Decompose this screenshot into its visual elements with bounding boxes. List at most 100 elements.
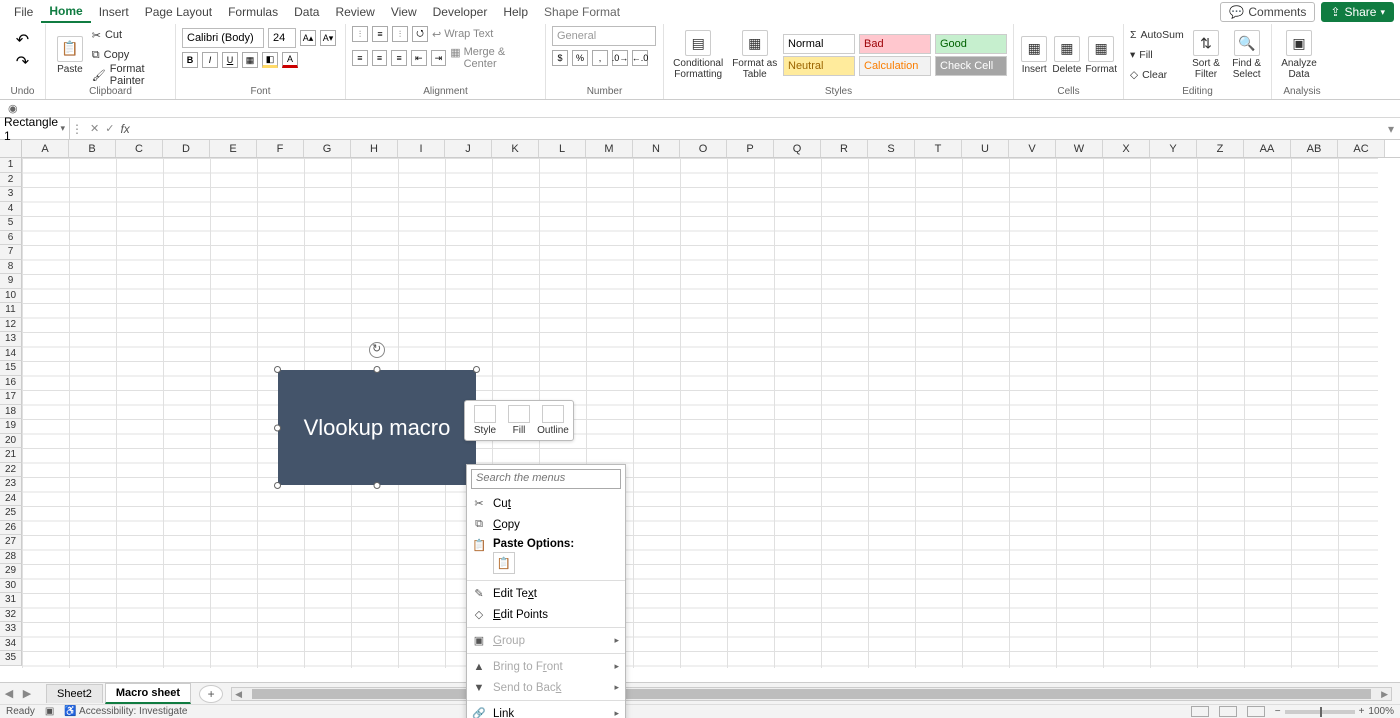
row-header-17[interactable]: 17 (0, 390, 22, 405)
zoom-in-button[interactable]: + (1359, 706, 1365, 717)
tab-formulas[interactable]: Formulas (220, 2, 286, 22)
paste-option-button[interactable]: 📋 (493, 552, 515, 574)
analyze-data-button[interactable]: ▣Analyze Data (1278, 30, 1320, 80)
conditional-formatting-button[interactable]: ▤Conditional Formatting (670, 30, 726, 80)
row-header-34[interactable]: 34 (0, 637, 22, 652)
decrease-decimal-button[interactable]: ←.0 (632, 50, 648, 66)
fill-button[interactable]: ▾Fill (1130, 46, 1184, 64)
col-header-Q[interactable]: Q (774, 140, 821, 157)
row-header-20[interactable]: 20 (0, 434, 22, 449)
row-header-27[interactable]: 27 (0, 535, 22, 550)
record-macro-icon[interactable]: ◉ (8, 102, 18, 115)
col-header-V[interactable]: V (1009, 140, 1056, 157)
zoom-slider[interactable] (1285, 710, 1355, 714)
paste-button[interactable]: 📋Paste (52, 36, 88, 75)
style-normal[interactable]: Normal (783, 34, 855, 54)
row-header-4[interactable]: 4 (0, 202, 22, 217)
tab-help[interactable]: Help (495, 2, 536, 22)
col-header-I[interactable]: I (398, 140, 445, 157)
undo-button[interactable]: ↶ (16, 30, 29, 50)
row-header-15[interactable]: 15 (0, 361, 22, 376)
row-header-13[interactable]: 13 (0, 332, 22, 347)
format-cells-button[interactable]: ▦Format (1085, 36, 1117, 75)
ctx-copy[interactable]: ⧉Copy (467, 514, 625, 535)
menu-search-input[interactable] (472, 470, 620, 486)
expand-formula-bar-icon[interactable]: ▾ (1382, 122, 1400, 136)
insert-cells-button[interactable]: ▦Insert (1020, 36, 1048, 75)
select-all-corner[interactable] (0, 140, 22, 157)
row-header-11[interactable]: 11 (0, 303, 22, 318)
chevron-down-icon[interactable]: ▾ (60, 123, 65, 134)
row-header-25[interactable]: 25 (0, 506, 22, 521)
row-header-12[interactable]: 12 (0, 318, 22, 333)
shape-style-button[interactable]: Style (469, 405, 501, 436)
style-calculation[interactable]: Calculation (859, 56, 931, 76)
increase-font-button[interactable]: A▴ (300, 30, 316, 46)
border-button[interactable]: ▦ (242, 52, 258, 68)
accessibility-status[interactable]: ♿ Accessibility: Investigate (64, 706, 187, 717)
style-check-cell[interactable]: Check Cell (935, 56, 1007, 76)
tab-insert[interactable]: Insert (91, 2, 137, 22)
row-header-32[interactable]: 32 (0, 608, 22, 623)
number-format-select[interactable]: General (552, 26, 656, 46)
row-header-3[interactable]: 3 (0, 187, 22, 202)
row-header-31[interactable]: 31 (0, 593, 22, 608)
accounting-format-button[interactable]: $ (552, 50, 568, 66)
cells-area[interactable] (22, 158, 1378, 668)
col-header-C[interactable]: C (116, 140, 163, 157)
tab-data[interactable]: Data (286, 2, 327, 22)
col-header-X[interactable]: X (1103, 140, 1150, 157)
macro-record-icon[interactable]: ▣ (45, 706, 54, 717)
name-box[interactable]: Rectangle 1▾ (0, 118, 70, 139)
shape-outline-button[interactable]: Outline (537, 405, 569, 436)
comments-button[interactable]: 💬Comments (1220, 2, 1315, 22)
merge-center-button[interactable]: ▦Merge & Center (450, 46, 539, 70)
row-header-18[interactable]: 18 (0, 405, 22, 420)
col-header-E[interactable]: E (210, 140, 257, 157)
row-header-23[interactable]: 23 (0, 477, 22, 492)
align-right-button[interactable]: ≡ (391, 50, 407, 66)
row-header-10[interactable]: 10 (0, 289, 22, 304)
align-left-button[interactable]: ≡ (352, 50, 368, 66)
font-size-select[interactable]: 24 (268, 28, 296, 48)
col-header-AC[interactable]: AC (1338, 140, 1385, 157)
delete-cells-button[interactable]: ▦Delete (1052, 36, 1081, 75)
ctx-link[interactable]: 🔗Link▸ (467, 703, 625, 718)
row-header-24[interactable]: 24 (0, 492, 22, 507)
row-header-28[interactable]: 28 (0, 550, 22, 565)
resize-handle-nw[interactable] (274, 366, 281, 373)
new-sheet-button[interactable]: + (199, 685, 223, 703)
row-header-26[interactable]: 26 (0, 521, 22, 536)
col-header-M[interactable]: M (586, 140, 633, 157)
row-header-14[interactable]: 14 (0, 347, 22, 362)
col-header-T[interactable]: T (915, 140, 962, 157)
fill-color-button[interactable]: ◧ (262, 52, 278, 68)
col-header-D[interactable]: D (163, 140, 210, 157)
find-select-button[interactable]: 🔍Find & Select (1228, 30, 1265, 80)
row-header-19[interactable]: 19 (0, 419, 22, 434)
col-header-L[interactable]: L (539, 140, 586, 157)
row-header-22[interactable]: 22 (0, 463, 22, 478)
wrap-text-button[interactable]: ↩Wrap Text (432, 28, 493, 41)
resize-handle-n[interactable] (374, 366, 381, 373)
redo-button[interactable]: ↷ (16, 52, 29, 72)
comma-format-button[interactable]: , (592, 50, 608, 66)
row-header-33[interactable]: 33 (0, 622, 22, 637)
row-header-35[interactable]: 35 (0, 651, 22, 666)
row-header-21[interactable]: 21 (0, 448, 22, 463)
row-header-5[interactable]: 5 (0, 216, 22, 231)
row-header-30[interactable]: 30 (0, 579, 22, 594)
col-header-U[interactable]: U (962, 140, 1009, 157)
percent-format-button[interactable]: % (572, 50, 588, 66)
zoom-out-button[interactable]: − (1275, 706, 1281, 717)
col-header-Y[interactable]: Y (1150, 140, 1197, 157)
resize-handle-ne[interactable] (473, 366, 480, 373)
row-header-7[interactable]: 7 (0, 245, 22, 260)
tab-file[interactable]: File (6, 2, 41, 22)
decrease-font-button[interactable]: A▾ (320, 30, 336, 46)
align-top-button[interactable]: ⫶ (352, 26, 368, 42)
col-header-J[interactable]: J (445, 140, 492, 157)
scrollbar-thumb[interactable] (252, 689, 1371, 699)
col-header-G[interactable]: G (304, 140, 351, 157)
ctx-edit-points[interactable]: ◇Edit Points (467, 604, 625, 625)
